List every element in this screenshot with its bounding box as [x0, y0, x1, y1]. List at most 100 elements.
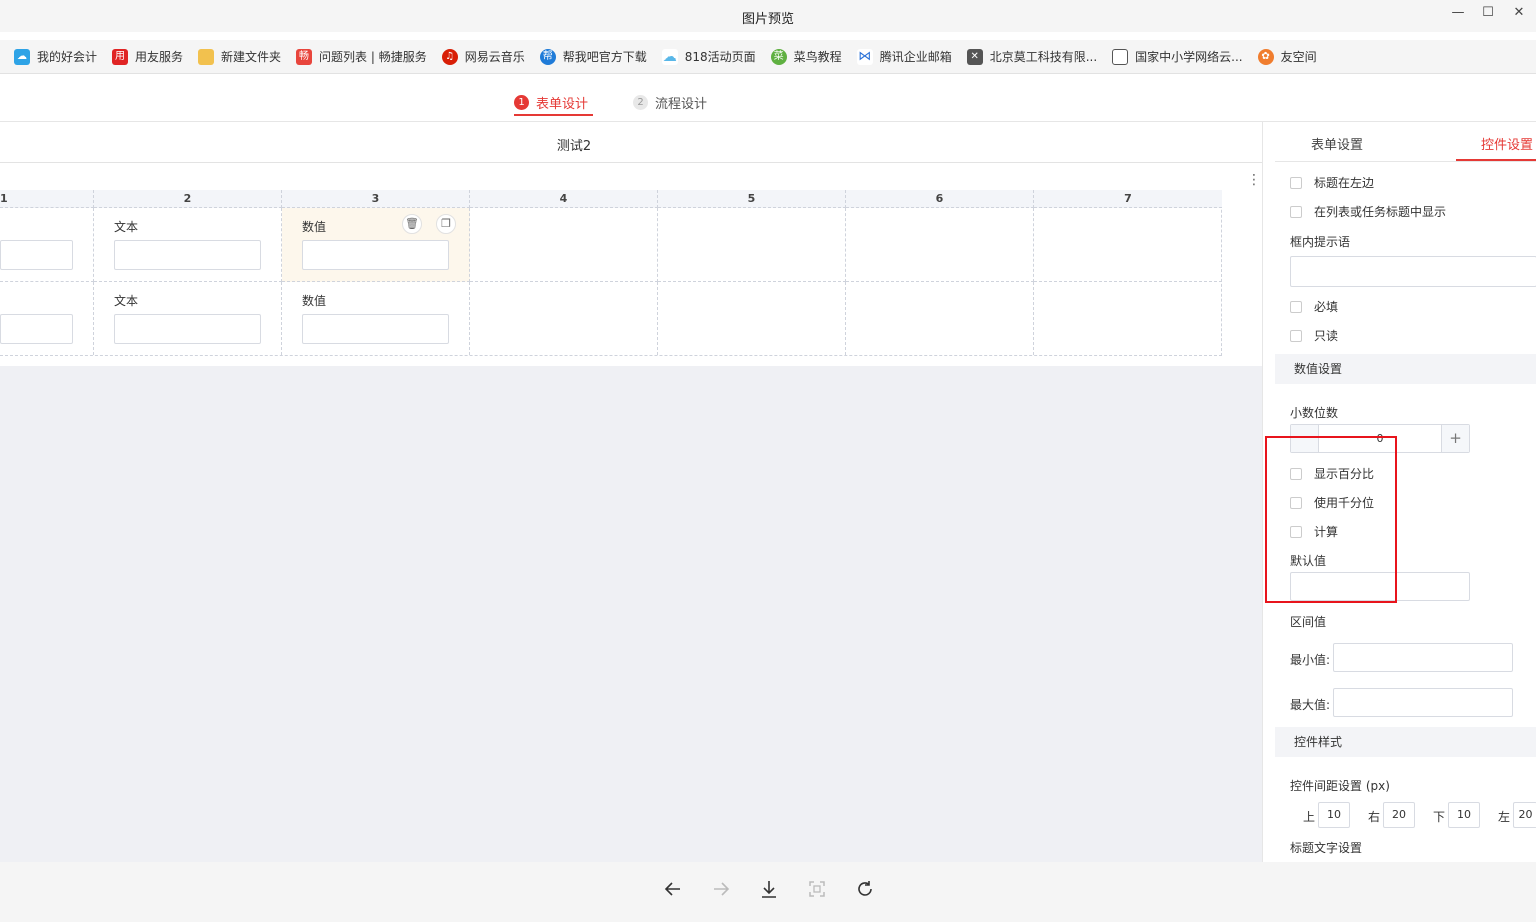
bookmark-item[interactable]: 菜菜鸟教程 — [770, 48, 842, 65]
tab-control-settings[interactable]: 控件设置 — [1481, 134, 1533, 153]
grid-cell[interactable] — [470, 282, 658, 355]
checkbox-label: 必填 — [1314, 300, 1339, 314]
bookmark-item[interactable]: ☁ 818活动页面 — [661, 48, 756, 65]
number-field-input[interactable] — [302, 314, 449, 344]
active-tab-indicator — [1456, 159, 1536, 161]
copy-icon[interactable]: ❐ — [436, 214, 456, 234]
checkbox[interactable] — [1290, 467, 1302, 480]
checkbox[interactable] — [1290, 205, 1302, 218]
tab-form-design[interactable]: 1 表单设计 — [514, 88, 588, 116]
spacing-bottom-input[interactable]: 10 — [1448, 802, 1480, 828]
minimize-button[interactable]: — — [1446, 4, 1470, 22]
required-checkbox[interactable]: 必填 — [1290, 298, 1338, 315]
trash-icon[interactable]: 🗑 — [402, 214, 422, 234]
spacing-top-label: 上 — [1303, 810, 1316, 824]
arrow-right-icon[interactable] — [709, 879, 733, 903]
cloud-icon: ☁ — [661, 48, 678, 65]
readonly-checkbox[interactable]: 只读 — [1290, 327, 1338, 344]
grid-cell[interactable]: 文本 — [94, 282, 282, 355]
text-field-input[interactable] — [0, 240, 73, 270]
tab-flow-design[interactable]: 2 流程设计 — [633, 88, 707, 116]
grid-cell[interactable] — [846, 282, 1034, 355]
checkbox[interactable] — [1290, 300, 1302, 313]
decrement-button[interactable] — [1291, 425, 1319, 452]
bookmark-item[interactable]: 帮帮我吧官方下载 — [539, 48, 647, 65]
bookmark-item[interactable]: ⋈ 腾讯企业邮箱 — [856, 48, 952, 65]
thousands-separator-checkbox[interactable]: 使用千分位 — [1290, 494, 1374, 511]
text-field-input[interactable] — [114, 240, 261, 270]
max-value-input[interactable] — [1333, 688, 1513, 717]
grid-cell[interactable]: 文本 — [94, 208, 282, 282]
checkbox[interactable] — [1290, 176, 1302, 189]
max-value-label: 最大值: — [1290, 698, 1331, 712]
close-button[interactable]: ✕ — [1507, 4, 1531, 22]
fit-screen-icon[interactable] — [805, 879, 829, 903]
text-field-input[interactable] — [0, 314, 73, 344]
rotate-icon[interactable] — [853, 879, 877, 903]
download-icon[interactable] — [757, 879, 781, 903]
bookmark-item[interactable]: ♫ 网易云音乐 — [441, 48, 525, 65]
bookmark-item[interactable]: ✿ 友空间 — [1257, 48, 1317, 65]
min-value-input[interactable] — [1333, 643, 1513, 672]
bookmark-label: 我的好会计 — [37, 50, 98, 64]
default-value-input[interactable] — [1290, 572, 1470, 601]
yonyou-icon: 用 — [112, 48, 129, 65]
decimal-places-stepper[interactable]: 0 + — [1290, 424, 1470, 453]
section-number-settings: 数值设置 — [1275, 354, 1536, 384]
bookmark-item[interactable]: 用用友服务 — [112, 48, 183, 65]
grid-cell-selected[interactable]: 数值 🗑 ❐ — [282, 208, 470, 282]
spacing-right-input[interactable]: 20 — [1383, 802, 1415, 828]
grid-cell[interactable] — [658, 282, 846, 355]
increment-button[interactable]: + — [1441, 425, 1469, 452]
number-field-input[interactable] — [302, 240, 449, 270]
grid-cell[interactable]: 数值 — [282, 282, 470, 355]
decimal-places-value[interactable]: 0 — [1319, 425, 1441, 452]
title-left-checkbox[interactable]: 标题在左边 — [1290, 174, 1374, 191]
grid-cell[interactable] — [1034, 282, 1222, 355]
bookmark-item[interactable]: ✕ 北京莫工科技有限... — [966, 48, 1097, 65]
bookmark-item[interactable]: 国家中小学网络云... — [1112, 48, 1243, 65]
bookmarks-bar: ☁ 我的好会计 用用友服务 新建文件夹 畅问题列表 | 畅捷服务 ♫ 网易云音乐 帮… — [0, 40, 1536, 74]
arrow-left-icon[interactable] — [661, 879, 685, 903]
checkbox[interactable] — [1290, 329, 1302, 342]
window-title: 图片预览 — [741, 12, 794, 27]
calculate-checkbox[interactable]: 计算 — [1290, 523, 1338, 540]
form-title: 测试2 — [556, 139, 592, 154]
more-vertical-icon[interactable]: ⋮ — [1247, 172, 1261, 188]
checkbox[interactable] — [1290, 525, 1302, 538]
step-number-badge: 2 — [633, 94, 648, 110]
grid-cell[interactable] — [846, 208, 1034, 282]
field-label: 文本 — [114, 220, 139, 234]
bookmark-item[interactable]: 畅问题列表 | 畅捷服务 — [296, 48, 427, 65]
runoob-icon: 菜 — [770, 48, 787, 65]
column-header: 5 — [658, 190, 846, 208]
column-header: 2 — [94, 190, 282, 208]
grid-cell[interactable] — [0, 282, 94, 355]
column-header: 6 — [846, 190, 1034, 208]
tab-form-settings[interactable]: 表单设置 — [1311, 134, 1363, 153]
spacing-left-input[interactable]: 20 — [1513, 802, 1536, 828]
bookmark-item[interactable]: ☁ 我的好会计 — [14, 48, 97, 65]
grid-cell[interactable] — [1034, 208, 1222, 282]
checkbox-label: 标题在左边 — [1314, 176, 1375, 190]
bookmark-label: 帮我吧官方下载 — [562, 50, 647, 64]
text-field-input[interactable] — [114, 314, 261, 344]
form-grid: 1 2 3 4 5 6 7 文本 数值 🗑 ❐ 文本 数值 — [0, 190, 1222, 356]
folder-icon — [198, 48, 215, 65]
grid-cell[interactable] — [470, 208, 658, 282]
spacing-top-input[interactable]: 10 — [1318, 802, 1350, 828]
grid-cell[interactable] — [658, 208, 846, 282]
placeholder-input[interactable] — [1290, 256, 1536, 287]
grid-cell[interactable] — [0, 208, 94, 282]
bookmark-item[interactable]: 新建文件夹 — [198, 48, 281, 65]
field-label: 数值 — [302, 220, 327, 234]
step-label: 流程设计 — [655, 96, 708, 112]
show-percent-checkbox[interactable]: 显示百分比 — [1290, 465, 1374, 482]
decimal-places-label: 小数位数 — [1290, 406, 1339, 420]
maximize-button[interactable]: ☐ — [1476, 4, 1500, 22]
checkbox[interactable] — [1290, 496, 1302, 509]
bookmark-label: 新建文件夹 — [221, 50, 282, 64]
show-in-list-checkbox[interactable]: 在列表或任务标题中显示 — [1290, 203, 1446, 220]
checkbox-label: 只读 — [1314, 329, 1339, 343]
column-header: 7 — [1034, 190, 1222, 208]
